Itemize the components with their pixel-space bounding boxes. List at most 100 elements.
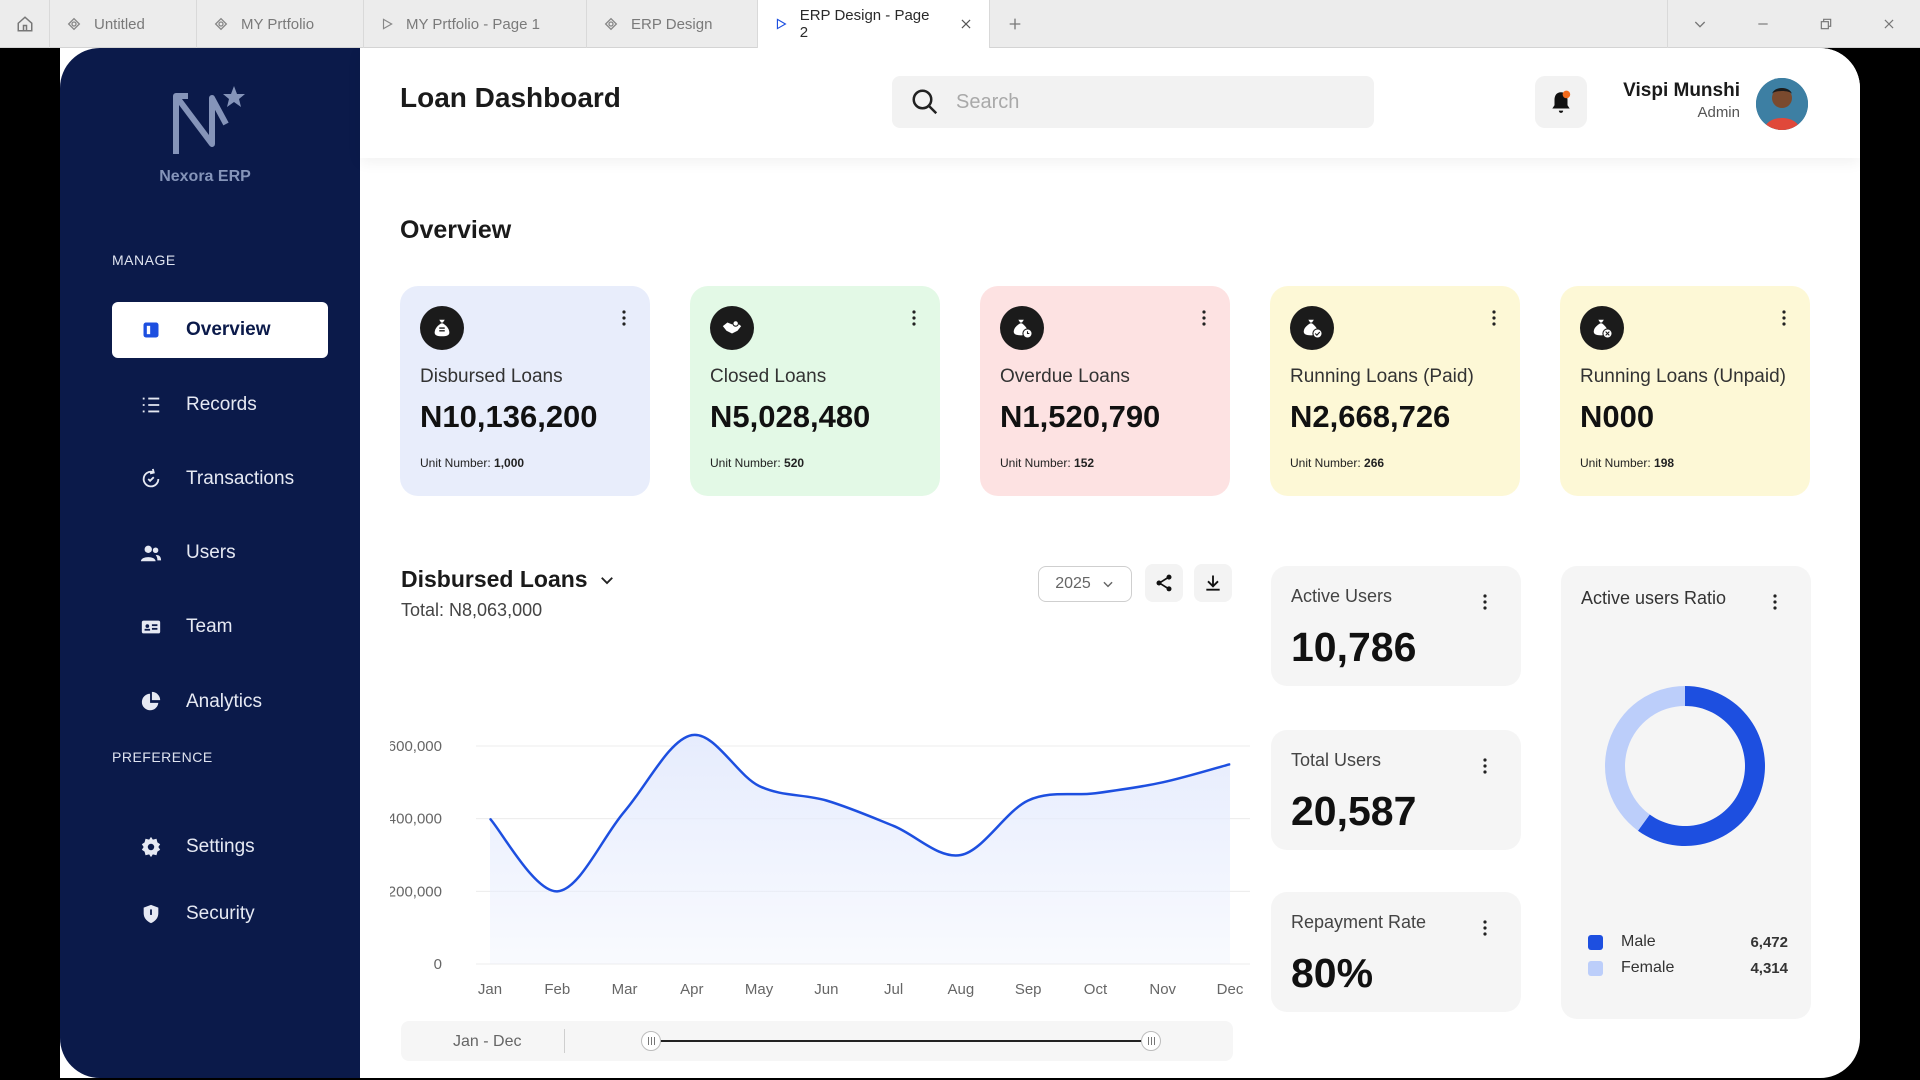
tab-my-prtfolio[interactable]: MY Prtfolio	[197, 0, 364, 48]
y-tick-label: 0	[434, 956, 442, 973]
y-tick-label: 400,000	[390, 811, 442, 828]
data-point	[1027, 800, 1029, 801]
more-options-button[interactable]	[1767, 592, 1783, 612]
bell-icon	[1552, 90, 1571, 113]
sidebar-item-label: Records	[186, 394, 257, 415]
play-icon	[382, 18, 393, 30]
unit-label: Unit Number:	[420, 456, 491, 470]
more-options-button[interactable]	[1776, 308, 1792, 328]
unit-value: 520	[784, 456, 805, 470]
chevron-down-icon	[600, 576, 613, 584]
more-vertical-icon	[1492, 310, 1496, 326]
search-icon	[912, 89, 938, 115]
x-tick-label: Jun	[814, 981, 838, 998]
chevron-down-icon	[1103, 581, 1113, 588]
minimize-button[interactable]	[1731, 0, 1794, 48]
sidebar-item-label: Transactions	[186, 468, 295, 489]
x-tick-label: Aug	[948, 981, 975, 998]
section-label-preference: PREFERENCE	[112, 749, 213, 765]
sidebar-item-analytics[interactable]: Analytics	[112, 674, 328, 730]
legend-name: Female	[1621, 959, 1675, 976]
summary-card-closed: Closed Loans N5,028,480 Unit Number: 520	[690, 286, 940, 496]
tab-label: MY Prtfolio	[241, 15, 315, 33]
year-select-value: 2025	[1055, 575, 1091, 592]
date-range-slider[interactable]: Jan - Dec	[401, 1021, 1233, 1061]
more-options-button[interactable]	[1486, 308, 1502, 328]
card-value: N1,520,790	[1000, 399, 1161, 434]
card-unit: Unit Number: 198	[1580, 456, 1674, 470]
unit-value: 152	[1074, 456, 1095, 470]
more-vertical-icon	[1773, 594, 1777, 610]
tab-my-prtfolio-page-1[interactable]: MY Prtfolio - Page 1	[364, 0, 587, 48]
stat-label: Active Users	[1291, 586, 1393, 606]
search-bar[interactable]	[892, 76, 1374, 128]
more-options-button[interactable]	[1477, 756, 1493, 776]
home-button[interactable]	[0, 0, 50, 48]
x-tick-label: Nov	[1149, 981, 1176, 998]
range-handle-end[interactable]	[1141, 1031, 1161, 1051]
tab-erp-design-page-2[interactable]: ERP Design - Page 2	[758, 0, 990, 48]
sidebar-item-records[interactable]: Records	[112, 377, 328, 433]
ratio-donut-chart	[1605, 686, 1765, 846]
share-button[interactable]	[1145, 564, 1183, 602]
tab-untitled[interactable]: Untitled	[50, 0, 197, 48]
card-label: Overdue Loans	[1000, 366, 1130, 387]
tab-erp-design[interactable]: ERP Design	[587, 0, 758, 48]
overview-title: Overview	[400, 216, 512, 244]
stat-card-total-users: Total Users 20,587	[1271, 730, 1521, 850]
restore-button[interactable]	[1794, 0, 1857, 48]
avatar[interactable]	[1756, 78, 1808, 130]
tab-list-button[interactable]	[1668, 0, 1731, 48]
card-label: Running Loans (Paid)	[1290, 366, 1474, 387]
unit-label: Unit Number:	[1580, 456, 1651, 470]
stat-card-active-users: Active Users 10,786	[1271, 566, 1521, 686]
more-options-button[interactable]	[1477, 592, 1493, 612]
more-vertical-icon	[1483, 594, 1487, 610]
new-tab-button[interactable]	[990, 0, 1040, 48]
chevron-down-icon	[1694, 21, 1705, 28]
tab-close-button[interactable]	[959, 17, 973, 31]
money-bag-x-icon	[1580, 306, 1624, 350]
sidebar-item-settings[interactable]: Settings	[112, 819, 328, 875]
card-value: N10,136,200	[420, 399, 598, 434]
play-icon	[776, 18, 787, 30]
data-point	[960, 854, 962, 856]
figma-file-icon	[67, 17, 81, 31]
tab-label: ERP Design - Page 2	[799, 7, 930, 41]
sidebar-item-team[interactable]: Team	[112, 599, 328, 655]
id-card-icon	[140, 616, 162, 638]
sidebar-item-security[interactable]: Security	[112, 886, 328, 942]
gear-icon	[140, 836, 162, 858]
sidebar-item-transactions[interactable]: Transactions	[112, 451, 328, 507]
y-tick-label: 600,000	[390, 738, 442, 755]
more-vertical-icon	[1483, 758, 1487, 774]
data-point	[556, 890, 558, 892]
more-options-button[interactable]	[1196, 308, 1212, 328]
sidebar-item-overview[interactable]: Overview	[112, 302, 328, 358]
section-label-manage: MANAGE	[112, 252, 176, 268]
unit-label: Unit Number:	[1000, 456, 1071, 470]
sidebar-item-users[interactable]: Users	[112, 525, 328, 581]
search-input[interactable]	[956, 90, 1336, 114]
more-options-button[interactable]	[616, 308, 632, 328]
window-controls	[1667, 0, 1920, 48]
tab-label: Untitled	[94, 15, 145, 33]
close-window-button[interactable]	[1857, 0, 1920, 48]
year-select[interactable]: 2025	[1038, 566, 1132, 602]
sidebar-item-label: Users	[186, 542, 236, 563]
more-options-button[interactable]	[1477, 918, 1493, 938]
unit-label: Unit Number:	[710, 456, 781, 470]
sidebar: Nexora ERP MANAGE Overview Records Trans…	[60, 48, 360, 1078]
notification-button[interactable]	[1535, 76, 1587, 128]
chart-title-dropdown[interactable]: Disbursed Loans	[401, 566, 616, 593]
range-handle-start[interactable]	[641, 1031, 661, 1051]
x-tick-label: Sep	[1015, 981, 1042, 998]
more-options-button[interactable]	[906, 308, 922, 328]
legend-item-male: Male 6,472	[1588, 932, 1788, 952]
download-button[interactable]	[1194, 564, 1232, 602]
card-label: Disbursed Loans	[420, 366, 563, 387]
range-track	[651, 1040, 1151, 1042]
download-icon	[1206, 575, 1220, 591]
logo-mark-icon	[173, 86, 245, 154]
divider	[564, 1029, 565, 1053]
